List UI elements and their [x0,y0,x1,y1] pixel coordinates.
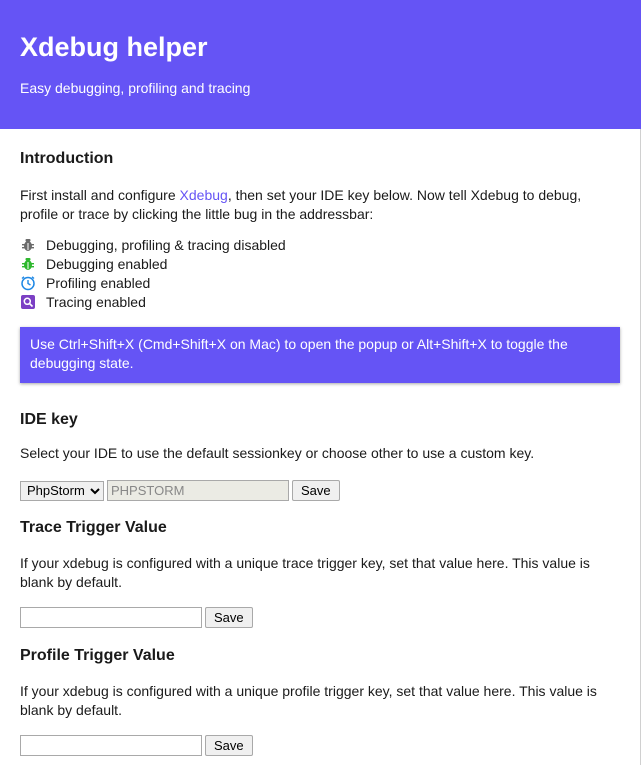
ide-key-description: Select your IDE to use the default sessi… [20,445,535,461]
trace-magnifier-icon [20,294,36,310]
bug-enabled-icon [20,256,36,272]
profile-trigger-input[interactable] [20,735,202,756]
profile-trigger-save-button[interactable]: Save [205,735,253,756]
trace-trigger-save-button[interactable]: Save [205,607,253,628]
introduction-text: First install and configure Xdebug, then… [20,186,621,224]
ide-key-save-button[interactable]: Save [292,480,340,501]
list-item: Tracing enabled [20,292,621,311]
state-label: Tracing enabled [46,293,146,310]
introduction-heading: Introduction [20,150,114,167]
xdebug-link[interactable]: Xdebug [180,187,228,203]
list-item: Profiling enabled [20,273,621,292]
profile-trigger-description: If your xdebug is configured with a uniq… [20,683,597,718]
page-header: Xdebug helper Easy debugging, profiling … [0,0,641,129]
page-title: Xdebug helper [20,32,208,62]
ide-key-row: PhpStorm Save [20,480,621,501]
ide-select[interactable]: PhpStorm [20,480,104,501]
list-item: Debugging enabled [20,254,621,273]
shortcut-tip-box: Use Ctrl+Shift+X (Cmd+Shift+X on Mac) to… [20,327,620,383]
trace-trigger-description: If your xdebug is configured with a uniq… [20,555,590,590]
trace-trigger-row: Save [20,607,621,628]
options-content: Introduction First install and configure… [0,129,641,756]
ide-key-input[interactable] [107,480,289,501]
list-item: Debugging, profiling & tracing disabled [20,235,621,254]
page-subtitle: Easy debugging, profiling and tracing [20,80,251,96]
intro-text-start: First install and configure [20,187,180,203]
profile-trigger-row: Save [20,735,621,756]
trace-trigger-heading: Trace Trigger Value [20,519,167,536]
state-legend-list: Debugging, profiling & tracing disabled … [20,235,621,311]
ide-key-heading: IDE key [20,411,78,428]
clock-icon [20,275,36,291]
state-label: Debugging, profiling & tracing disabled [46,236,286,253]
trace-trigger-input[interactable] [20,607,202,628]
profile-trigger-heading: Profile Trigger Value [20,647,175,664]
state-label: Profiling enabled [46,274,151,291]
bug-disabled-icon [20,237,36,253]
state-label: Debugging enabled [46,255,168,272]
